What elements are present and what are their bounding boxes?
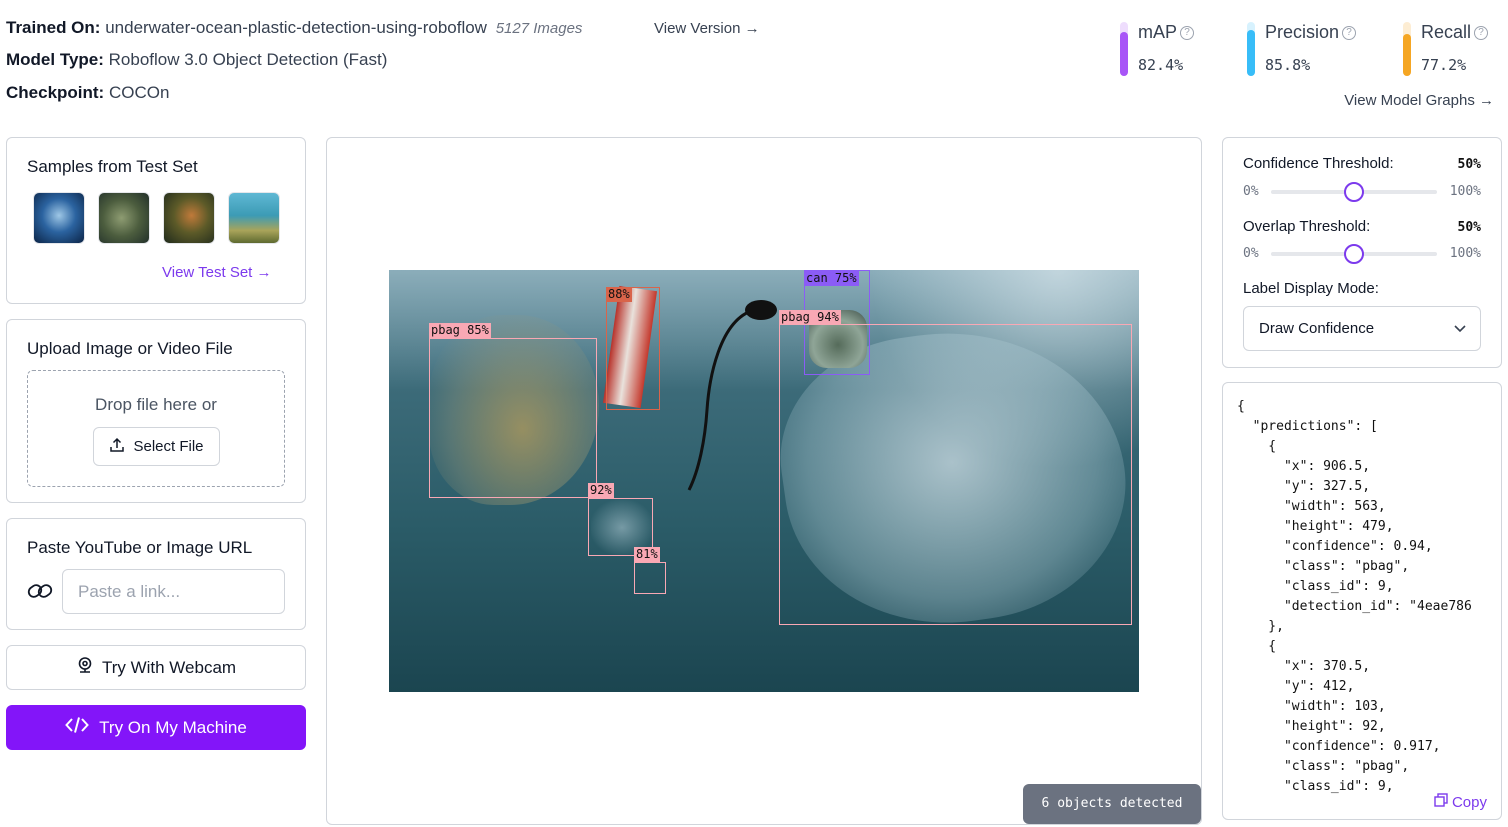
detection-label: 92% <box>588 483 614 498</box>
label-mode-select[interactable]: Draw Confidence <box>1243 306 1481 351</box>
chevron-down-icon <box>1454 307 1466 350</box>
range-min: 0% <box>1243 184 1259 199</box>
upload-card: Upload Image or Video File Drop file her… <box>6 319 306 503</box>
confidence-slider-thumb[interactable] <box>1344 182 1364 202</box>
url-input[interactable]: Paste a link... <box>62 569 285 614</box>
metric-name: mAP <box>1138 22 1178 42</box>
detection-box[interactable]: 81% <box>634 547 666 594</box>
detection-label: can 75% <box>804 271 859 286</box>
model-type-line: Model Type: Roboflow 3.0 Object Detectio… <box>6 50 387 70</box>
detection-label: 81% <box>634 547 660 562</box>
metric-value: 85.8% <box>1265 56 1311 74</box>
checkpoint-value: COCOn <box>108 83 170 102</box>
webcam-button[interactable]: Try With Webcam <box>6 645 306 690</box>
sample-thumbnail[interactable] <box>98 192 150 244</box>
copy-label: Copy <box>1451 794 1487 811</box>
copy-button[interactable]: Copy <box>1431 793 1489 811</box>
code-icon <box>65 716 90 739</box>
metric-value: 82.4% <box>1138 56 1184 74</box>
overlap-value: 50% <box>1457 220 1481 235</box>
model-type-label: Model Type: <box>6 50 104 69</box>
sample-thumbnail[interactable] <box>163 192 215 244</box>
try-on-machine-button[interactable]: Try On My Machine <box>6 705 306 750</box>
metric-name: Recall <box>1421 22 1472 42</box>
help-icon[interactable]: ? <box>1342 26 1357 41</box>
copy-icon <box>1434 793 1452 811</box>
try-on-machine-label: Try On My Machine <box>99 717 247 737</box>
detection-label: pbag 85% <box>429 323 491 338</box>
objects-detected-badge: 6 objects detected <box>1023 784 1201 824</box>
samples-card: Samples from Test Set View Test Set → <box>6 137 306 304</box>
detection-box[interactable]: pbag 85% <box>429 323 597 498</box>
inference-image: pbag 85% 88% can 75% pbag 94% 92% 81% <box>389 270 1139 692</box>
file-dropzone[interactable]: Drop file here or Select File <box>27 370 285 487</box>
trained-on-label: Trained On: <box>6 18 101 37</box>
metric-bar <box>1247 22 1255 76</box>
overlap-label: Overlap Threshold: <box>1243 218 1371 235</box>
link-icon <box>27 580 53 607</box>
checkpoint-label: Checkpoint: <box>6 83 105 102</box>
dataset-name: underwater-ocean-plastic-detection-using… <box>105 18 487 37</box>
json-output: { "predictions": [ { "x": 906.5, "y": 32… <box>1237 399 1472 794</box>
samples-title: Samples from Test Set <box>27 157 198 176</box>
sample-thumbnail[interactable] <box>33 192 85 244</box>
help-icon[interactable]: ? <box>1474 26 1489 41</box>
metric-name: Precision <box>1265 22 1340 42</box>
select-file-label: Select File <box>133 438 204 455</box>
metric-bar <box>1403 22 1411 76</box>
controls-card: Confidence Threshold: 50% 0% 100% Overla… <box>1222 137 1502 368</box>
upload-title: Upload Image or Video File <box>27 339 233 358</box>
detection-box[interactable]: pbag 94% <box>779 310 1132 625</box>
detection-box[interactable]: 88% <box>606 287 660 410</box>
metric-bar <box>1120 22 1128 76</box>
model-type-value: Roboflow 3.0 Object Detection (Fast) <box>108 50 388 69</box>
image-count: 5127 Images <box>495 20 583 37</box>
label-mode-value: Draw Confidence <box>1259 320 1375 337</box>
view-version-link[interactable]: View Version → <box>654 20 760 37</box>
detection-label: 88% <box>606 287 632 302</box>
url-card: Paste YouTube or Image URL Paste a link.… <box>6 518 306 630</box>
drop-text: Drop file here or <box>95 395 217 414</box>
help-icon[interactable]: ? <box>1180 26 1195 41</box>
sample-thumbnail[interactable] <box>228 192 280 244</box>
view-model-graphs-link[interactable]: View Model Graphs → <box>1344 92 1494 109</box>
select-file-button[interactable]: Select File <box>93 427 220 466</box>
confidence-value: 50% <box>1457 157 1481 172</box>
webcam-label: Try With Webcam <box>101 657 237 677</box>
range-min: 0% <box>1243 246 1259 261</box>
trained-on-line: Trained On: underwater-ocean-plastic-det… <box>6 18 582 38</box>
range-max: 100% <box>1449 246 1481 261</box>
webcam-icon <box>76 656 94 679</box>
url-title: Paste YouTube or Image URL <box>27 538 253 557</box>
label-mode-label: Label Display Mode: <box>1243 280 1379 297</box>
upload-icon <box>109 437 125 457</box>
overlap-slider-thumb[interactable] <box>1344 244 1364 264</box>
detection-label: pbag 94% <box>779 310 841 325</box>
checkpoint-line: Checkpoint: COCOn <box>6 83 169 103</box>
confidence-label: Confidence Threshold: <box>1243 155 1394 172</box>
json-output-card: { "predictions": [ { "x": 906.5, "y": 32… <box>1222 382 1502 820</box>
range-max: 100% <box>1449 184 1481 199</box>
view-test-set-link[interactable]: View Test Set → <box>162 264 272 281</box>
metric-value: 77.2% <box>1421 56 1467 74</box>
